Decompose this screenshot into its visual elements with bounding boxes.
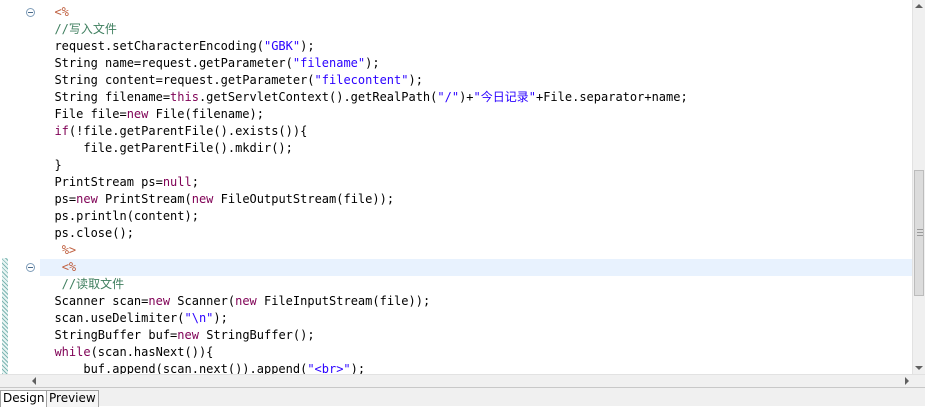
code-line[interactable]: if(!file.getParentFile().exists()){	[40, 123, 912, 140]
code-token: );	[350, 362, 366, 374]
code-token: "\n"	[184, 311, 214, 325]
code-token: );	[300, 39, 315, 53]
code-line[interactable]: %>	[40, 242, 912, 259]
code-line[interactable]: ps.println(content);	[40, 208, 912, 225]
code-token: new	[191, 192, 214, 206]
code-token: %>	[61, 243, 77, 257]
vertical-scroll-thumb[interactable]	[914, 170, 924, 296]
code-token: (scan.hasNext()){	[90, 345, 214, 359]
code-token: request.setCharacterEncoding(	[40, 39, 264, 53]
code-token: "/"	[437, 90, 460, 104]
fold-collapse-icon[interactable]	[26, 8, 35, 17]
code-token: }	[40, 158, 62, 172]
code-token: while	[54, 345, 91, 359]
ruler-change-marker	[2, 258, 8, 374]
code-token: Scanner scan=	[40, 294, 149, 308]
code-token: ps.println(content);	[40, 209, 199, 223]
grip-icon	[917, 229, 923, 236]
code-token: //读取文件	[40, 277, 125, 291]
code-token: buf.append(scan.next()).append(	[40, 362, 308, 374]
code-line[interactable]: //读取文件	[40, 276, 912, 293]
fold-collapse-icon[interactable]	[26, 263, 35, 272]
code-token: (!file.getParentFile().exists()){	[68, 124, 308, 138]
code-token: FileOutputStream(file));	[213, 192, 395, 206]
code-token: new	[148, 294, 171, 308]
code-token: this	[170, 90, 199, 104]
code-token: "GBK"	[263, 39, 301, 53]
tab-preview[interactable]: Preview	[46, 390, 99, 407]
code-line[interactable]: buf.append(scan.next()).append("<br>");	[40, 361, 912, 374]
code-token: "filecontent"	[314, 73, 409, 87]
code-line[interactable]: //写入文件	[40, 21, 912, 38]
code-token: String filename=	[40, 90, 171, 104]
code-line[interactable]: ps.close();	[40, 225, 912, 242]
code-token: new	[126, 107, 149, 121]
code-line[interactable]: scan.useDelimiter("\n");	[40, 310, 912, 327]
code-token: Scanner(	[170, 294, 236, 308]
code-line[interactable]: ps=new PrintStream(new FileOutputStream(…	[40, 191, 912, 208]
code-token: file.getParentFile().mkdir();	[40, 141, 293, 155]
code-line[interactable]: }	[40, 157, 912, 174]
code-token: StringBuffer buf=	[40, 328, 178, 342]
code-token: +File.separator+name;	[535, 90, 688, 104]
code-token: File(filename);	[148, 107, 264, 121]
scroll-up-icon[interactable]	[915, 4, 923, 8]
code-line[interactable]: <%	[40, 259, 912, 276]
code-token: ;	[191, 175, 199, 189]
vertical-scrollbar[interactable]	[912, 0, 925, 374]
code-token: "<br>"	[307, 362, 351, 374]
code-token: "今日记录"	[473, 90, 536, 104]
code-token: scan.useDelimiter(	[40, 311, 185, 325]
code-token: ps.close();	[40, 226, 134, 240]
editor-tab-bar: Design Preview	[0, 387, 925, 407]
code-token: <%	[54, 5, 69, 19]
code-line[interactable]: PrintStream ps=null;	[40, 174, 912, 191]
code-token: )+	[459, 90, 474, 104]
code-line[interactable]: String filename=this.getServletContext()…	[40, 89, 912, 106]
code-line[interactable]: while(scan.hasNext()){	[40, 344, 912, 361]
code-token: new	[76, 192, 98, 206]
code-line[interactable]: <%	[40, 4, 912, 21]
code-token: File file=	[40, 107, 127, 121]
change-ruler	[0, 0, 10, 374]
code-line[interactable]: Scanner scan=new Scanner(new FileInputSt…	[40, 293, 912, 310]
code-line[interactable]: file.getParentFile().mkdir();	[40, 140, 912, 157]
code-token: PrintStream(	[97, 192, 192, 206]
code-editor[interactable]: <% //写入文件 request.setCharacterEncoding("…	[0, 0, 912, 374]
code-token: .getServletContext().getRealPath(	[198, 90, 438, 104]
code-line[interactable]: String name=request.getParameter("filena…	[40, 55, 912, 72]
code-token: //写入文件	[40, 22, 117, 36]
scroll-left-icon[interactable]	[32, 377, 36, 385]
code-token: );	[408, 73, 423, 87]
horizontal-scrollbar[interactable]	[0, 374, 925, 387]
folding-gutter	[10, 0, 40, 374]
code-token: "filename"	[292, 56, 366, 70]
code-token: new	[235, 294, 257, 308]
code-token: ps=	[40, 192, 77, 206]
code-token: );	[213, 311, 228, 325]
code-line[interactable]: StringBuffer buf=new StringBuffer();	[40, 327, 912, 344]
code-token: if	[54, 124, 69, 138]
code-token: );	[365, 56, 380, 70]
code-token: <%	[61, 260, 77, 274]
code-line[interactable]: File file=new File(filename);	[40, 106, 912, 123]
code-line[interactable]: request.setCharacterEncoding("GBK");	[40, 38, 912, 55]
scroll-down-icon[interactable]	[915, 366, 923, 370]
code-token: String content=request.getParameter(	[40, 73, 315, 87]
code-token: String name=request.getParameter(	[40, 56, 293, 70]
code-token: StringBuffer();	[198, 328, 315, 342]
code-token: FileInputStream(file));	[256, 294, 431, 308]
code-token: PrintStream ps=	[40, 175, 163, 189]
scroll-right-icon[interactable]	[905, 377, 909, 385]
code-token: null	[162, 175, 192, 189]
code-area[interactable]: <% //写入文件 request.setCharacterEncoding("…	[40, 0, 912, 374]
tab-design[interactable]: Design	[0, 390, 48, 407]
code-token: new	[177, 328, 199, 342]
code-line[interactable]: String content=request.getParameter("fil…	[40, 72, 912, 89]
